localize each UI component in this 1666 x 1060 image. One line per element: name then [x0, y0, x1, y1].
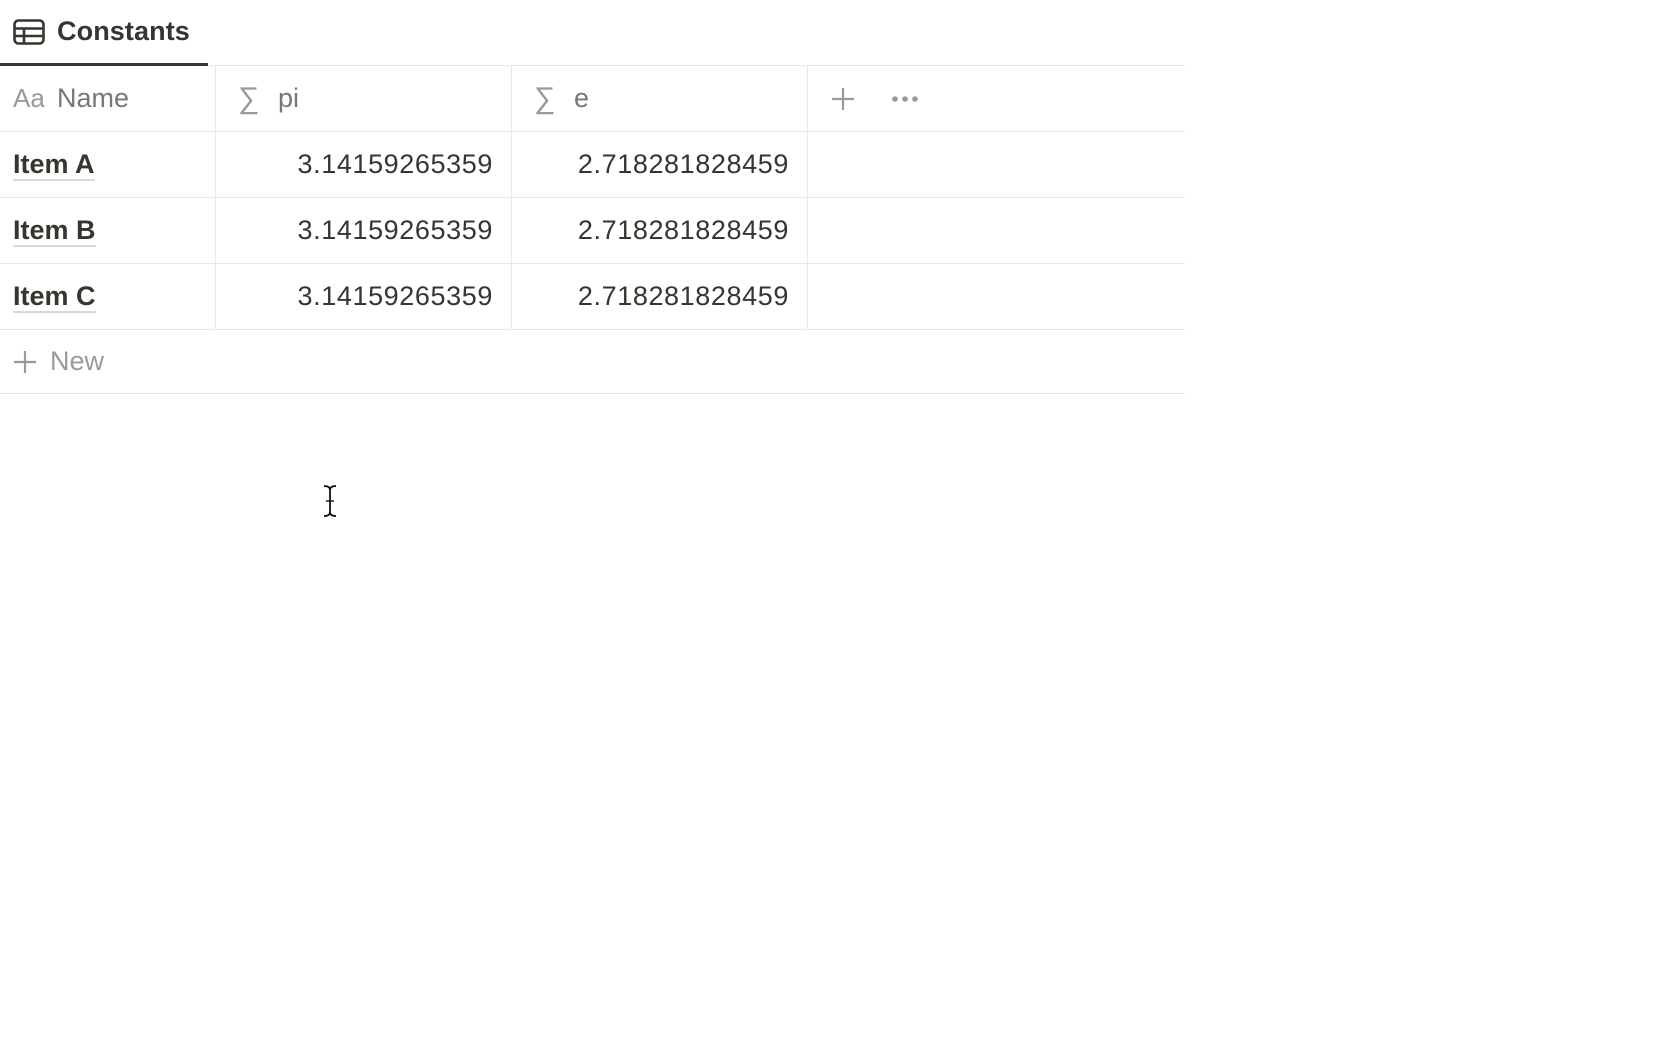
- e-value: 2.718281828459: [577, 215, 789, 245]
- column-header-label: pi: [278, 83, 300, 113]
- table-row[interactable]: Item B 3.14159265359 2.718281828459: [0, 198, 1185, 264]
- column-header-label: Name: [57, 83, 130, 113]
- table-icon: [13, 18, 45, 45]
- table-row[interactable]: Item C 3.14159265359 2.718281828459: [0, 264, 1185, 330]
- pi-value: 3.14159265359: [297, 149, 493, 179]
- column-header-pi[interactable]: ∑ pi: [216, 66, 512, 131]
- empty-cell: [808, 264, 1185, 329]
- formula-property-icon: ∑: [238, 81, 260, 115]
- pi-cell[interactable]: 3.14159265359: [216, 264, 512, 329]
- text-cursor-icon: [321, 484, 339, 518]
- table-header-row: Aa Name ∑ pi ∑ e: [0, 66, 1185, 132]
- e-cell[interactable]: 2.718281828459: [512, 198, 808, 263]
- plus-icon: [12, 349, 38, 375]
- new-row-button[interactable]: New: [0, 330, 1185, 394]
- e-value: 2.718281828459: [577, 149, 789, 179]
- column-header-actions: [808, 66, 1185, 131]
- row-title[interactable]: Item A: [13, 149, 95, 181]
- empty-cell: [808, 132, 1185, 197]
- name-cell[interactable]: Item C: [0, 264, 216, 329]
- tab-constants[interactable]: Constants: [0, 0, 208, 66]
- name-cell[interactable]: Item A: [0, 132, 216, 197]
- text-property-icon: Aa: [13, 83, 45, 113]
- database-table: Aa Name ∑ pi ∑ e Item A 3.14159265359 2.…: [0, 66, 1185, 394]
- pi-value: 3.14159265359: [297, 215, 493, 245]
- tab-label: Constants: [57, 16, 190, 46]
- page: Constants Aa Name ∑ pi ∑ e Item A 3.1415…: [0, 0, 1666, 1060]
- new-row-label: New: [50, 346, 105, 376]
- empty-cell: [808, 198, 1185, 263]
- formula-property-icon: ∑: [534, 81, 556, 115]
- row-title[interactable]: Item C: [13, 281, 96, 313]
- column-header-name[interactable]: Aa Name: [0, 66, 216, 131]
- table-row[interactable]: Item A 3.14159265359 2.718281828459: [0, 132, 1185, 198]
- e-cell[interactable]: 2.718281828459: [512, 132, 808, 197]
- pi-value: 3.14159265359: [297, 281, 493, 311]
- column-header-label: e: [574, 83, 590, 113]
- e-value: 2.718281828459: [577, 281, 789, 311]
- row-title[interactable]: Item B: [13, 215, 96, 247]
- pi-cell[interactable]: 3.14159265359: [216, 132, 512, 197]
- name-cell[interactable]: Item B: [0, 198, 216, 263]
- pi-cell[interactable]: 3.14159265359: [216, 198, 512, 263]
- view-tab-bar: Constants: [0, 0, 1185, 66]
- column-header-e[interactable]: ∑ e: [512, 66, 808, 131]
- ellipsis-icon[interactable]: [890, 84, 920, 114]
- plus-icon[interactable]: [828, 84, 858, 114]
- e-cell[interactable]: 2.718281828459: [512, 264, 808, 329]
